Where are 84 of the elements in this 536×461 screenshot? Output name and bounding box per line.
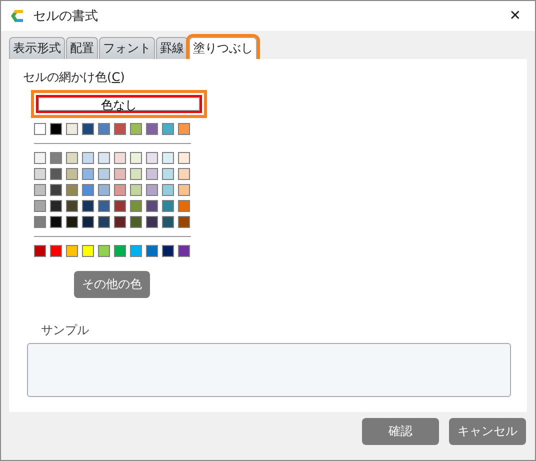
color-swatch[interactable] (146, 216, 158, 228)
color-swatch[interactable] (82, 200, 94, 212)
tab[interactable]: 表示形式 (9, 37, 65, 59)
color-swatch[interactable] (82, 245, 94, 257)
no-color-button[interactable]: 色なし (36, 95, 202, 113)
color-swatch[interactable] (66, 123, 78, 135)
close-button[interactable]: ✕ (503, 8, 527, 24)
color-swatch[interactable] (50, 184, 62, 196)
section-label: セルの網かけ色(C) (23, 69, 126, 86)
color-swatch[interactable] (162, 123, 174, 135)
color-swatch[interactable] (98, 200, 110, 212)
tab[interactable]: フォント (99, 37, 155, 59)
color-swatch[interactable] (146, 200, 158, 212)
color-swatch[interactable] (114, 216, 126, 228)
color-swatch[interactable] (146, 184, 158, 196)
window-title: セルの書式 (33, 8, 99, 25)
color-swatch[interactable] (162, 245, 174, 257)
color-swatch[interactable] (146, 123, 158, 135)
color-swatch[interactable] (34, 216, 46, 228)
color-swatch[interactable] (66, 216, 78, 228)
color-swatch[interactable] (66, 152, 78, 164)
color-swatch[interactable] (130, 216, 142, 228)
color-swatch[interactable] (98, 168, 110, 180)
color-swatch[interactable] (50, 123, 62, 135)
color-swatch[interactable] (162, 200, 174, 212)
color-swatch[interactable] (178, 152, 190, 164)
color-swatch[interactable] (66, 184, 78, 196)
color-swatch[interactable] (34, 245, 46, 257)
color-swatch[interactable] (162, 168, 174, 180)
app-logo-icon (9, 8, 25, 24)
color-swatch[interactable] (130, 200, 142, 212)
color-swatch[interactable] (146, 168, 158, 180)
color-swatch[interactable] (162, 216, 174, 228)
color-swatch[interactable] (50, 200, 62, 212)
color-swatch[interactable] (178, 168, 190, 180)
color-swatch[interactable] (114, 200, 126, 212)
color-swatch[interactable] (114, 245, 126, 257)
tab[interactable]: 塗りつぶし (189, 37, 257, 59)
color-swatch[interactable] (146, 245, 158, 257)
color-swatch[interactable] (130, 184, 142, 196)
color-swatch[interactable] (82, 184, 94, 196)
color-swatch[interactable] (178, 200, 190, 212)
color-swatch[interactable] (34, 200, 46, 212)
color-swatch[interactable] (34, 184, 46, 196)
sample-label: サンプル (41, 322, 90, 339)
color-swatch[interactable] (114, 184, 126, 196)
color-swatch[interactable] (130, 168, 142, 180)
color-swatch[interactable] (178, 184, 190, 196)
color-swatch[interactable] (130, 152, 142, 164)
color-swatch[interactable] (162, 184, 174, 196)
color-swatch[interactable] (82, 123, 94, 135)
color-swatch[interactable] (114, 152, 126, 164)
color-swatch[interactable] (66, 245, 78, 257)
color-swatch[interactable] (82, 152, 94, 164)
color-swatch[interactable] (98, 184, 110, 196)
color-swatch[interactable] (178, 216, 190, 228)
color-swatch[interactable] (114, 168, 126, 180)
color-swatch[interactable] (98, 216, 110, 228)
color-swatch[interactable] (50, 152, 62, 164)
color-swatch[interactable] (50, 168, 62, 180)
dialog-button[interactable]: 確認 (362, 418, 439, 445)
color-swatch[interactable] (162, 152, 174, 164)
tab[interactable]: 配置 (66, 37, 98, 59)
color-swatch[interactable] (178, 245, 190, 257)
color-swatch[interactable] (98, 123, 110, 135)
color-swatch[interactable] (50, 245, 62, 257)
color-swatch[interactable] (146, 152, 158, 164)
tab[interactable]: 罫線 (156, 37, 188, 59)
color-swatch[interactable] (178, 123, 190, 135)
color-swatch[interactable] (114, 123, 126, 135)
color-swatch[interactable] (130, 123, 142, 135)
color-swatch[interactable] (98, 245, 110, 257)
dialog-button[interactable]: キャンセル (449, 418, 526, 445)
color-swatch[interactable] (82, 216, 94, 228)
color-swatch[interactable] (66, 168, 78, 180)
more-colors-button[interactable]: その他の色 (74, 271, 150, 298)
color-swatch[interactable] (34, 152, 46, 164)
color-swatch[interactable] (34, 123, 46, 135)
color-swatch[interactable] (34, 168, 46, 180)
color-swatch[interactable] (130, 245, 142, 257)
color-swatch[interactable] (66, 200, 78, 212)
color-swatch[interactable] (50, 216, 62, 228)
color-swatch[interactable] (98, 152, 110, 164)
color-swatch[interactable] (82, 168, 94, 180)
